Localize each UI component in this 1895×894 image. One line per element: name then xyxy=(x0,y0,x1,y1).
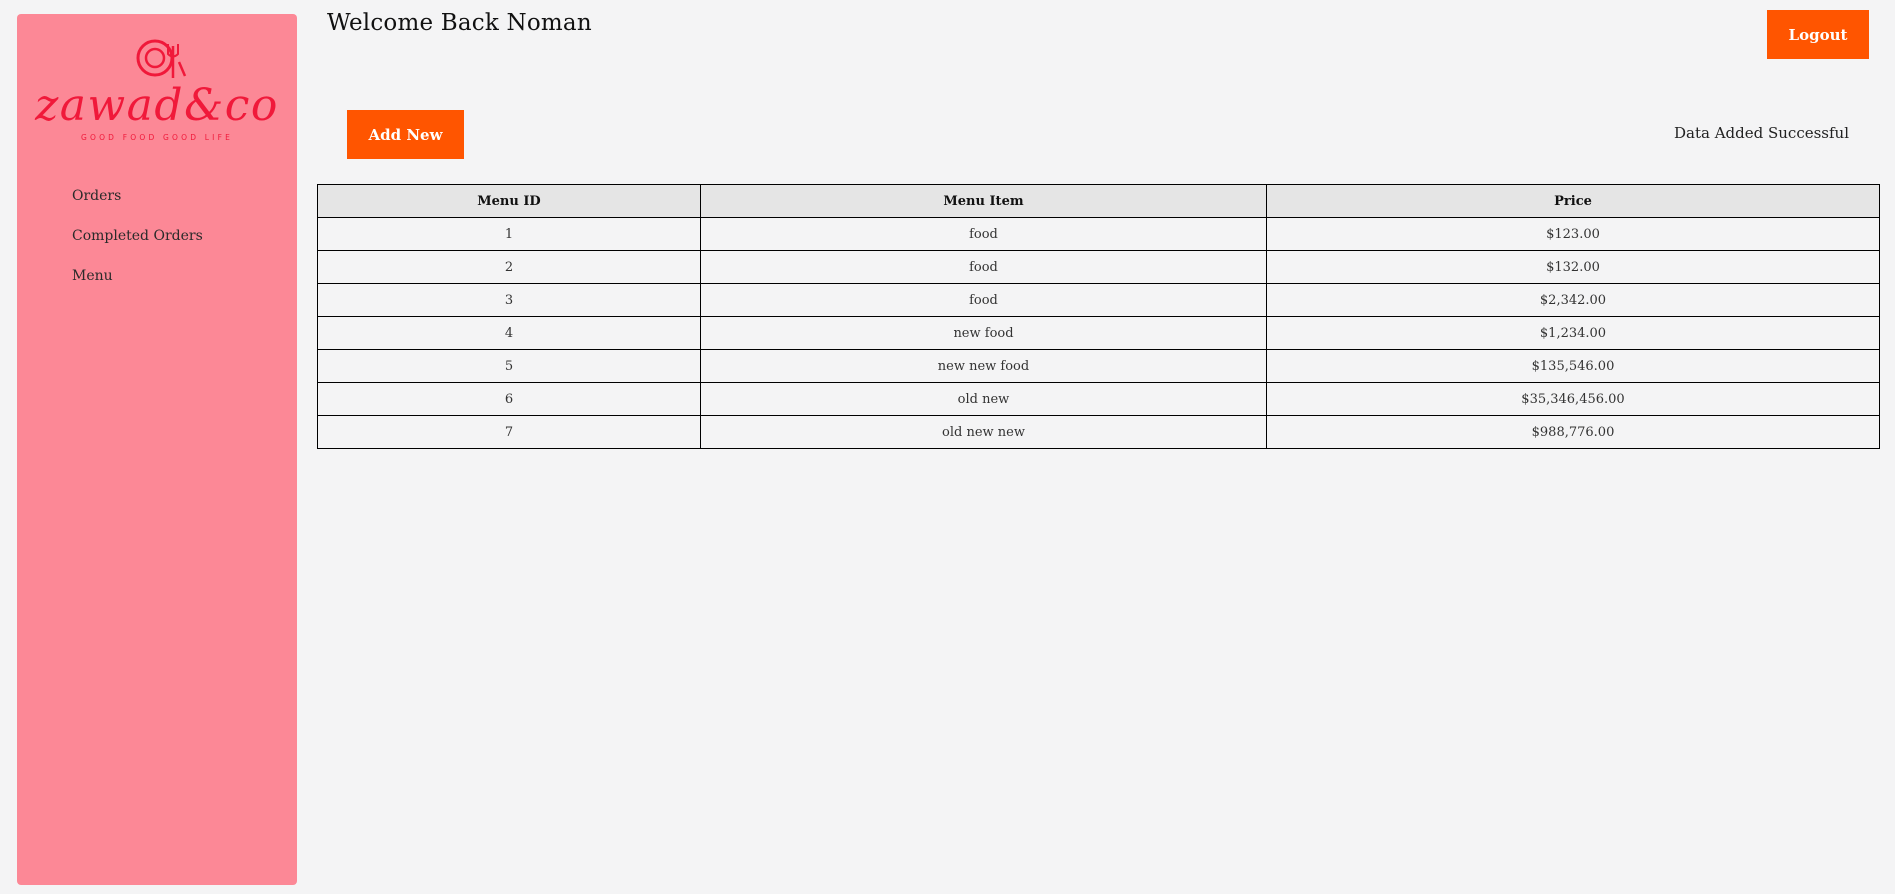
sidebar-nav: Orders Completed Orders Menu xyxy=(72,176,203,296)
brand-logo-graphic: zawad&co GOOD FOOD GOOD LIFE xyxy=(34,39,279,142)
cell-price: $123.00 xyxy=(1266,217,1880,251)
plate-utensils-icon xyxy=(136,39,187,78)
cell-menu-item: food xyxy=(700,250,1267,284)
table-header-row: Menu ID Menu Item Price xyxy=(317,184,1880,218)
cell-menu-item: new food xyxy=(700,316,1267,350)
brand-logo[interactable]: zawad&co GOOD FOOD GOOD LIFE xyxy=(17,36,297,160)
cell-menu-item: old new xyxy=(700,382,1267,416)
column-header-menu-id: Menu ID xyxy=(317,184,701,218)
cell-menu-id: 7 xyxy=(317,415,701,449)
sidebar-item-completed-orders[interactable]: Completed Orders xyxy=(72,216,203,256)
cell-price: $2,342.00 xyxy=(1266,283,1880,317)
cell-menu-item: food xyxy=(700,283,1267,317)
table-row: 6 old new $35,346,456.00 xyxy=(317,382,1880,416)
page-title: Welcome Back Noman xyxy=(327,10,592,36)
table-row: 7 old new new $988,776.00 xyxy=(317,415,1880,449)
cell-price: $1,234.00 xyxy=(1266,316,1880,350)
column-header-price: Price xyxy=(1266,184,1880,218)
cell-menu-id: 2 xyxy=(317,250,701,284)
table-row: 4 new food $1,234.00 xyxy=(317,316,1880,350)
cell-menu-id: 3 xyxy=(317,283,701,317)
table-row: 1 food $123.00 xyxy=(317,217,1880,251)
status-message: Data Added Successful xyxy=(1673,124,1849,142)
cell-menu-id: 1 xyxy=(317,217,701,251)
table-row: 2 food $132.00 xyxy=(317,250,1880,284)
cell-menu-id: 6 xyxy=(317,382,701,416)
table-row: 5 new new food $135,546.00 xyxy=(317,349,1880,383)
cell-price: $35,346,456.00 xyxy=(1266,382,1880,416)
cell-price: $132.00 xyxy=(1266,250,1880,284)
brand-name: zawad&co xyxy=(34,80,279,131)
cell-menu-item: old new new xyxy=(700,415,1267,449)
cell-menu-id: 4 xyxy=(317,316,701,350)
table-header: Menu ID Menu Item Price xyxy=(317,184,1880,218)
sidebar: zawad&co GOOD FOOD GOOD LIFE Orders Comp… xyxy=(17,14,297,885)
cell-price: $988,776.00 xyxy=(1266,415,1880,449)
sidebar-item-menu[interactable]: Menu xyxy=(72,256,203,296)
cell-price: $135,546.00 xyxy=(1266,349,1880,383)
sidebar-item-orders[interactable]: Orders xyxy=(72,176,203,216)
cell-menu-item: food xyxy=(700,217,1267,251)
logout-button[interactable]: Logout xyxy=(1767,10,1869,59)
cell-menu-id: 5 xyxy=(317,349,701,383)
column-header-menu-item: Menu Item xyxy=(700,184,1267,218)
table-body: 1 food $123.00 2 food $132.00 3 food $2,… xyxy=(317,217,1880,449)
cell-menu-item: new new food xyxy=(700,349,1267,383)
add-new-button[interactable]: Add New xyxy=(347,110,464,159)
brand-tagline: GOOD FOOD GOOD LIFE xyxy=(81,133,233,142)
menu-table: Menu ID Menu Item Price 1 food $123.00 2… xyxy=(317,184,1880,449)
table-row: 3 food $2,342.00 xyxy=(317,283,1880,317)
